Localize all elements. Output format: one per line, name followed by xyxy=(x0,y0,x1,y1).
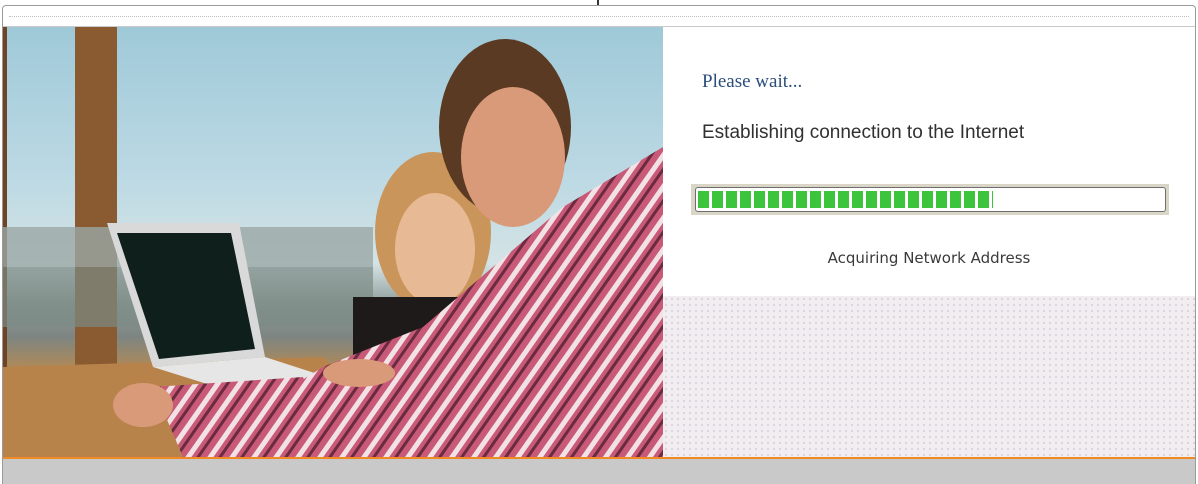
hero-photo xyxy=(3,27,663,457)
status-panel: Please wait... Establishing connection t… xyxy=(663,27,1195,296)
footer-bar xyxy=(3,459,1195,484)
connection-message: Establishing connection to the Internet xyxy=(702,122,1025,143)
connection-window: Please wait... Establishing connection t… xyxy=(2,5,1196,484)
progress-bar xyxy=(691,184,1169,215)
progress-track xyxy=(695,187,1166,212)
decorative-pattern-panel xyxy=(663,296,1195,457)
title-strip xyxy=(3,6,1195,27)
please-wait-text: Please wait... xyxy=(702,71,803,92)
stage-text: Acquiring Network Address xyxy=(827,249,1031,267)
progress-fill xyxy=(698,191,994,208)
